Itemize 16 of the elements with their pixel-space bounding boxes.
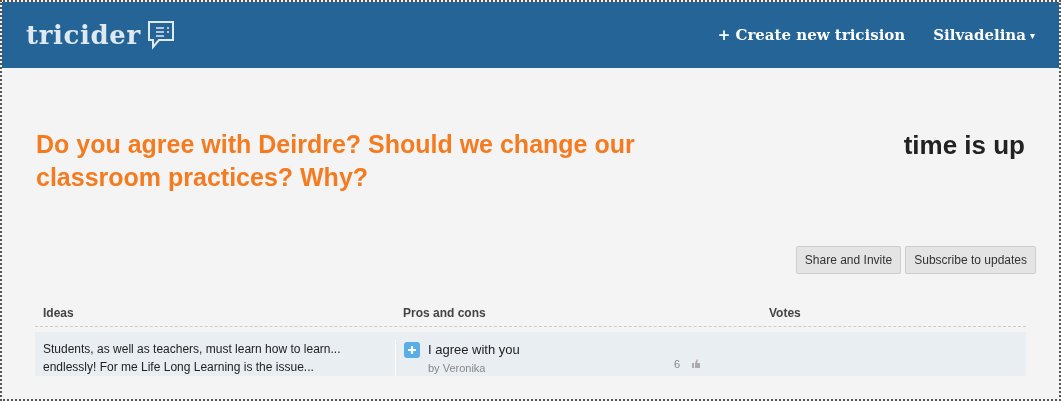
question-title: Do you agree with Deirdre? Should we change our classroom practices? Why? <box>36 129 636 193</box>
column-header: Votes <box>768 305 802 322</box>
plus-icon <box>404 342 420 358</box>
like-count: 6 <box>673 357 680 372</box>
thumbs-up-icon[interactable] <box>691 359 701 369</box>
column-header: Pros and cons <box>402 305 487 322</box>
action-button[interactable]: Subscribe to updates <box>905 246 1036 274</box>
user-menu[interactable]: Silvadelina ▾ <box>933 23 1035 47</box>
create-link[interactable]: + Create new tricision <box>717 23 906 47</box>
argument-author: by Veronika <box>428 360 487 376</box>
idea-text: Students, as well as teachers, must learn how to learn... endlessly! For me Life Long Learning is the issue... <box>42 341 342 376</box>
action-button[interactable]: Share and Invite <box>795 246 902 274</box>
logo[interactable]: tricider <box>26 15 141 55</box>
column-header: Ideas <box>42 305 75 322</box>
argument-text[interactable]: I agree with you <box>428 340 520 360</box>
status-text: time is up <box>903 129 1025 162</box>
